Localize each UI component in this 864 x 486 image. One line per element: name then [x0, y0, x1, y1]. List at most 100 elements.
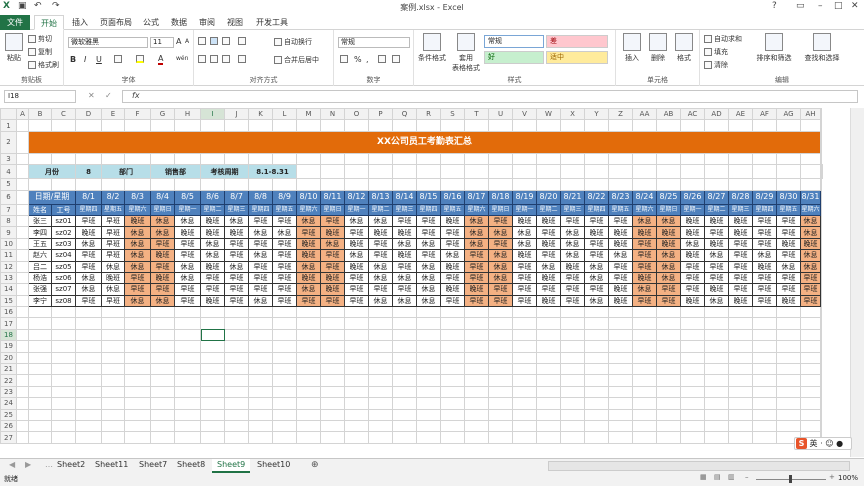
- cell[interactable]: [28, 152, 52, 166]
- cell[interactable]: [728, 419, 753, 433]
- shift-cell[interactable]: 休息: [656, 249, 681, 262]
- cell[interactable]: [416, 328, 441, 342]
- cell[interactable]: [728, 397, 753, 410]
- cell[interactable]: [296, 317, 321, 330]
- month-value[interactable]: 8: [75, 164, 102, 180]
- date-weekday-header[interactable]: 日期/星期: [28, 189, 76, 205]
- cell[interactable]: [752, 374, 777, 387]
- cell[interactable]: [101, 178, 125, 191]
- weekday-header[interactable]: 星期一: [512, 203, 537, 216]
- shift-cell[interactable]: 晚班: [632, 271, 657, 285]
- shift-cell[interactable]: 晚班: [776, 294, 801, 308]
- column-header[interactable]: I: [200, 108, 225, 121]
- shift-cell[interactable]: 早班: [584, 237, 609, 251]
- shift-cell[interactable]: 早班: [440, 226, 465, 239]
- cell[interactable]: [16, 306, 29, 319]
- close-icon[interactable]: ✕: [851, 1, 859, 11]
- cell[interactable]: [776, 363, 801, 376]
- shift-cell[interactable]: 休息: [416, 294, 441, 308]
- cell[interactable]: [820, 260, 822, 273]
- shift-cell[interactable]: 早班: [272, 294, 297, 308]
- cell[interactable]: [608, 178, 633, 191]
- cell[interactable]: [608, 408, 633, 422]
- date-header[interactable]: 8/25: [656, 189, 681, 205]
- cell[interactable]: [704, 431, 729, 444]
- cell[interactable]: [488, 431, 513, 444]
- cell[interactable]: [150, 351, 175, 365]
- shift-cell[interactable]: 早班: [752, 237, 777, 251]
- shift-cell[interactable]: 早班: [536, 283, 561, 296]
- shift-cell[interactable]: 休息: [392, 271, 417, 285]
- cell[interactable]: [150, 178, 175, 191]
- cell[interactable]: [124, 340, 151, 353]
- date-header[interactable]: 8/2: [101, 189, 125, 205]
- cell[interactable]: [272, 431, 297, 444]
- row-header[interactable]: 26: [0, 419, 17, 433]
- column-header[interactable]: Y: [584, 108, 609, 121]
- shift-cell[interactable]: 晚班: [440, 260, 465, 273]
- cell[interactable]: [150, 374, 175, 387]
- cell[interactable]: [560, 408, 585, 422]
- cell[interactable]: [752, 328, 777, 342]
- shift-cell[interactable]: 早班: [200, 283, 225, 296]
- cell[interactable]: [560, 317, 585, 330]
- column-header[interactable]: X: [560, 108, 585, 121]
- cell[interactable]: [296, 374, 321, 387]
- zoom-out-icon[interactable]: –: [745, 473, 749, 481]
- cell[interactable]: [536, 340, 561, 353]
- align-right-button[interactable]: [222, 55, 232, 63]
- cell[interactable]: [632, 328, 657, 342]
- column-header[interactable]: V: [512, 108, 537, 121]
- row-header[interactable]: 7: [0, 203, 17, 216]
- shift-cell[interactable]: 早班: [174, 283, 201, 296]
- row-header[interactable]: 24: [0, 397, 17, 410]
- shift-cell[interactable]: 早班: [512, 294, 537, 308]
- cell[interactable]: [536, 397, 561, 410]
- phonetic-button[interactable]: wén: [176, 55, 188, 62]
- cell[interactable]: [632, 178, 657, 191]
- cell[interactable]: [632, 419, 657, 433]
- shift-cell[interactable]: 晚班: [512, 249, 537, 262]
- cell[interactable]: [344, 419, 369, 433]
- cell[interactable]: [296, 431, 321, 444]
- cell[interactable]: [224, 374, 249, 387]
- shift-cell[interactable]: 早班: [440, 294, 465, 308]
- shift-cell[interactable]: 早班: [704, 226, 729, 239]
- shift-cell[interactable]: 早班: [584, 283, 609, 296]
- shift-cell[interactable]: 休息: [101, 283, 125, 296]
- cell[interactable]: [28, 317, 52, 330]
- cell[interactable]: [800, 385, 821, 399]
- weekday-header[interactable]: 星期六: [124, 203, 151, 216]
- cut-button[interactable]: 剪切: [28, 34, 52, 44]
- cell[interactable]: [656, 328, 681, 342]
- cell[interactable]: [416, 317, 441, 330]
- cell[interactable]: [632, 385, 657, 399]
- cell[interactable]: [800, 419, 821, 433]
- cell[interactable]: [28, 363, 52, 376]
- cell[interactable]: [488, 317, 513, 330]
- cell[interactable]: [488, 152, 513, 166]
- weekday-header[interactable]: 星期三: [728, 203, 753, 216]
- shift-cell[interactable]: 早班: [248, 271, 273, 285]
- cell[interactable]: [392, 317, 417, 330]
- shift-cell[interactable]: 晚班: [296, 249, 321, 262]
- cell[interactable]: [560, 178, 585, 191]
- ime-emoji-icon[interactable]: ☺: [825, 439, 833, 448]
- cell[interactable]: [174, 419, 201, 433]
- cell[interactable]: [512, 419, 537, 433]
- cell[interactable]: [150, 340, 175, 353]
- cell[interactable]: [75, 306, 102, 319]
- cell[interactable]: [488, 351, 513, 365]
- shift-cell[interactable]: 晚班: [200, 260, 225, 273]
- shift-cell[interactable]: 休息: [344, 214, 369, 228]
- shift-cell[interactable]: 早班: [272, 237, 297, 251]
- weekday-header[interactable]: 星期日: [488, 203, 513, 216]
- cell[interactable]: [776, 385, 801, 399]
- cell[interactable]: [820, 130, 822, 154]
- cell[interactable]: [124, 351, 151, 365]
- shift-cell[interactable]: 早班: [296, 294, 321, 308]
- cell[interactable]: [174, 317, 201, 330]
- cell[interactable]: [224, 397, 249, 410]
- shift-cell[interactable]: 休息: [296, 283, 321, 296]
- fill-button[interactable]: 填充: [704, 47, 728, 57]
